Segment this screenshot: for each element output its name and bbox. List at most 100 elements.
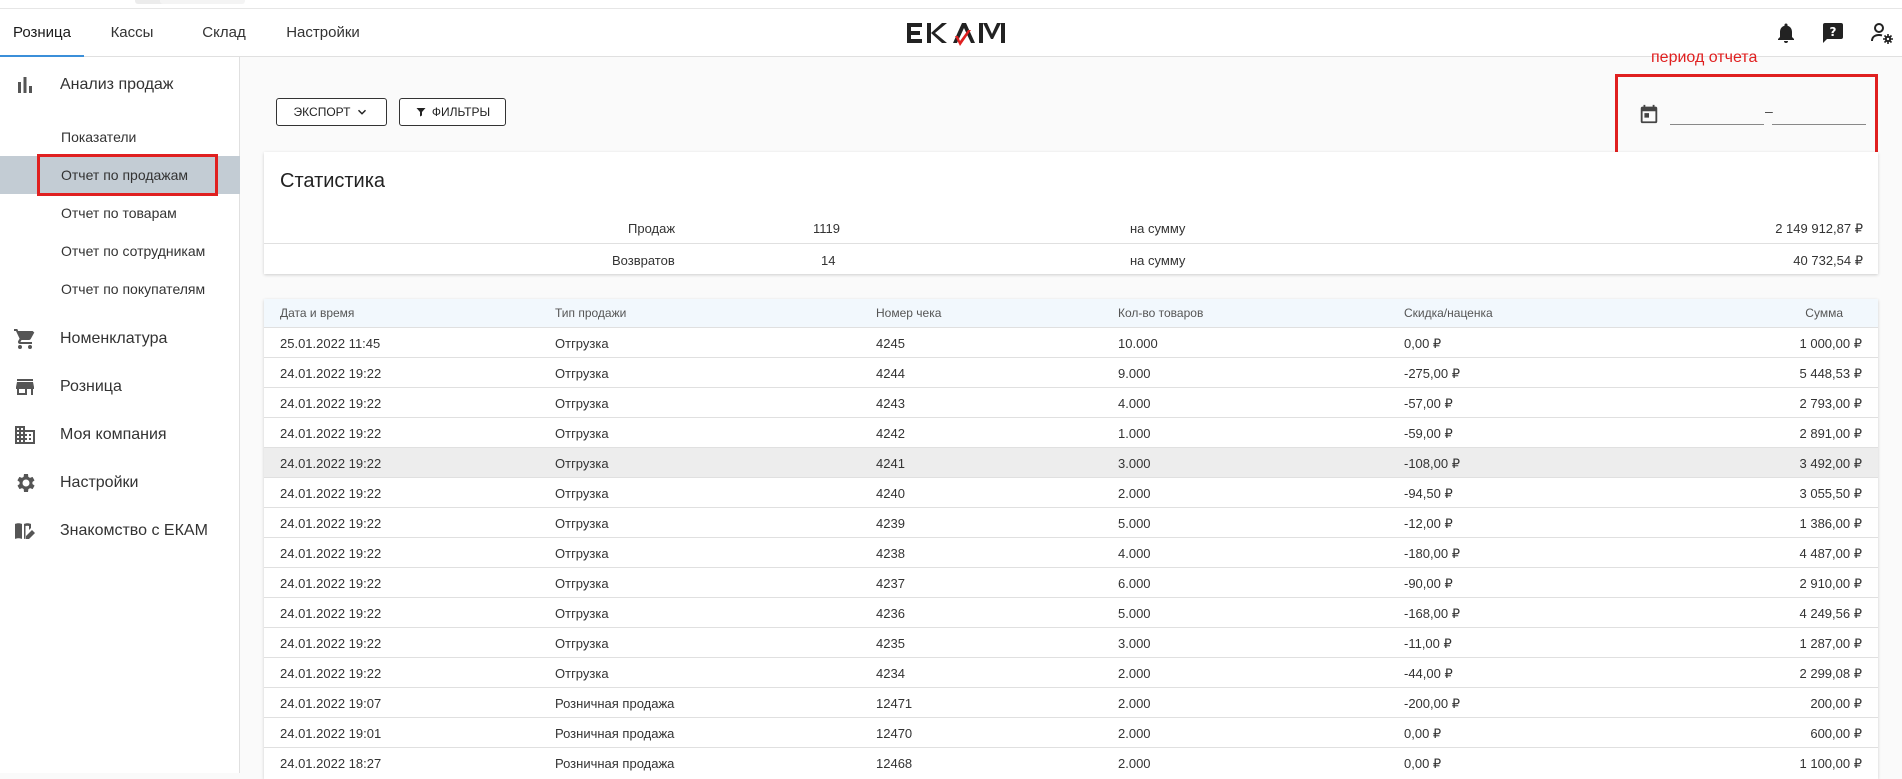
sidebar-sub-customers-report[interactable]: Отчет по покупателям [0,270,240,308]
help-icon[interactable]: ? [1821,21,1845,45]
table-cell: 4239 [876,516,905,531]
sidebar-sub-products-report[interactable]: Отчет по товарам [0,194,240,232]
table-cell: 4234 [876,666,905,681]
date-to-input[interactable] [1772,124,1866,125]
annotation-period-label: период отчета [1651,49,1758,66]
table-cell: 2 910,00 ₽ [1799,576,1863,591]
col-sale-type[interactable]: Тип продажи [555,306,626,320]
company-building-icon [15,426,35,444]
table-cell: 3.000 [1118,636,1151,651]
table-cell: -168,00 ₽ [1404,606,1460,621]
export-label: Экспорт [293,105,351,119]
col-receipt-number[interactable]: Номер чека [876,306,941,320]
table-cell: 2 891,00 ₽ [1799,426,1863,441]
sidebar-item-label: Моя компания [60,426,167,443]
table-row[interactable]: 24.01.2022 19:22 Отгрузка 4244 9.000 -275,00… [264,357,1878,387]
tab-retail[interactable]: Розница [0,9,84,57]
table-row[interactable]: 24.01.2022 19:22 Отгрузка 4235 3.000 -11,00 … [264,627,1878,657]
table-row[interactable]: 24.01.2022 19:22 Отгрузка 4240 2.000 -94,50 … [264,477,1878,507]
col-datetime[interactable]: Дата и время [280,306,354,320]
filters-label: Фильтры [431,105,491,119]
tab-warehouse[interactable]: Склад [194,9,254,57]
table-cell: 4238 [876,546,905,561]
sidebar-sub-indicators[interactable]: Показатели [0,118,240,156]
table-row[interactable]: 24.01.2022 19:22 Отгрузка 4242 1.000 -59,00 … [264,417,1878,447]
filters-button[interactable]: Фильтры [399,98,506,126]
table-cell: 24.01.2022 19:07 [280,696,382,711]
table-cell: Отгрузка [555,336,609,351]
table-cell: 24.01.2022 19:22 [280,606,382,621]
table-row[interactable]: 24.01.2022 19:22 Отгрузка 4234 2.000 -44,00 … [264,657,1878,687]
store-icon [16,379,34,395]
table-cell: 3.000 [1118,456,1151,471]
sidebar-item-retail[interactable]: Розница [0,365,240,409]
table-cell: -180,00 ₽ [1404,546,1460,561]
table-cell: 9.000 [1118,366,1151,381]
table-cell: Отгрузка [555,636,609,651]
calendar-icon[interactable] [1638,103,1660,125]
table-cell: 1 386,00 ₽ [1799,516,1863,531]
sidebar-item-settings[interactable]: Настройки [0,461,240,505]
sales-count: 1119 [813,221,840,236]
date-from-input[interactable] [1670,124,1764,125]
table-cell: -90,00 ₽ [1404,576,1453,591]
table-cell: 24.01.2022 19:01 [280,726,382,741]
sidebar-item-nomenclature[interactable]: Номенклатура [0,317,240,361]
table-cell: Отгрузка [555,456,609,471]
table-cell: 4.000 [1118,546,1151,561]
table-cell: -12,00 ₽ [1404,516,1453,531]
annotation-highlight-sales-report [37,154,218,196]
table-cell: 10.000 [1118,336,1158,351]
table-cell: 4244 [876,366,905,381]
table-row[interactable]: 24.01.2022 19:22 Отгрузка 4243 4.000 -57,00 … [264,387,1878,417]
sidebar-item-label: Розница [60,378,122,395]
sales-label: Продаж [628,221,676,236]
table-cell: 3 492,00 ₽ [1799,456,1863,471]
user-settings-icon[interactable] [1870,21,1894,45]
table-cell: 5.000 [1118,516,1151,531]
col-discount[interactable]: Скидка/наценка [1404,306,1493,320]
table-cell: Отгрузка [555,546,609,561]
table-row[interactable]: 25.01.2022 11:45 Отгрузка 4245 10.000 0,00 ₽… [264,327,1878,357]
table-cell: 4.000 [1118,396,1151,411]
table-cell: 12470 [876,726,913,741]
notifications-bell-icon[interactable] [1774,21,1798,45]
table-row[interactable]: 24.01.2022 19:22 Отгрузка 4236 5.000 -168,00… [264,597,1878,627]
table-cell: 24.01.2022 19:22 [280,426,382,441]
sidebar-item-my-company[interactable]: Моя компания [0,413,240,457]
table-row[interactable]: 24.01.2022 19:07 Розничная продажа 12471 2.… [264,687,1878,717]
table-row[interactable]: 24.01.2022 19:01 Розничная продажа 12470 2.… [264,717,1878,747]
returns-count: 14 [821,253,836,268]
col-quantity[interactable]: Кол-во товаров [1118,306,1203,320]
col-sum[interactable]: Сумма [1805,306,1843,320]
table-cell: 12468 [876,756,913,771]
tab-ghost [160,0,245,4]
table-cell: 24.01.2022 19:22 [280,366,382,381]
table-cell: 2.000 [1118,726,1151,741]
table-cell: 4236 [876,606,905,621]
sidebar-item-intro[interactable]: Знакомство с ЕКАМ [0,509,240,553]
table-cell: 4235 [876,636,905,651]
stat-divider [264,243,1878,244]
table-cell: -59,00 ₽ [1404,426,1453,441]
table-cell: -108,00 ₽ [1404,456,1460,471]
table-cell: 0,00 ₽ [1404,756,1442,771]
tab-settings[interactable]: Настройки [281,9,365,57]
table-row[interactable]: 24.01.2022 19:22 Отгрузка 4241 3.000 -108,00… [264,447,1878,477]
table-cell: 3 055,50 ₽ [1799,486,1863,501]
table-cell: 4 487,00 ₽ [1799,546,1863,561]
table-cell: -94,50 ₽ [1404,486,1453,501]
table-cell: 24.01.2022 19:22 [280,396,382,411]
sidebar-sub-employees-report[interactable]: Отчет по сотрудникам [0,232,240,270]
tab-cashboxes[interactable]: Кассы [99,9,165,57]
table-row[interactable]: 24.01.2022 19:22 Отгрузка 4238 4.000 -180,00… [264,537,1878,567]
table-row[interactable]: 24.01.2022 19:22 Отгрузка 4237 6.000 -90,00 … [264,567,1878,597]
table-cell: Розничная продажа [555,726,675,741]
table-cell: -200,00 ₽ [1404,696,1460,711]
table-row[interactable]: 24.01.2022 19:22 Отгрузка 4239 5.000 -12,00 … [264,507,1878,537]
table-cell: Отгрузка [555,666,609,681]
table-cell: Отгрузка [555,426,609,441]
sidebar-item-sales-analysis[interactable]: Анализ продаж [0,63,240,107]
export-button[interactable]: Экспорт [276,98,387,126]
table-cell: 5.000 [1118,606,1151,621]
